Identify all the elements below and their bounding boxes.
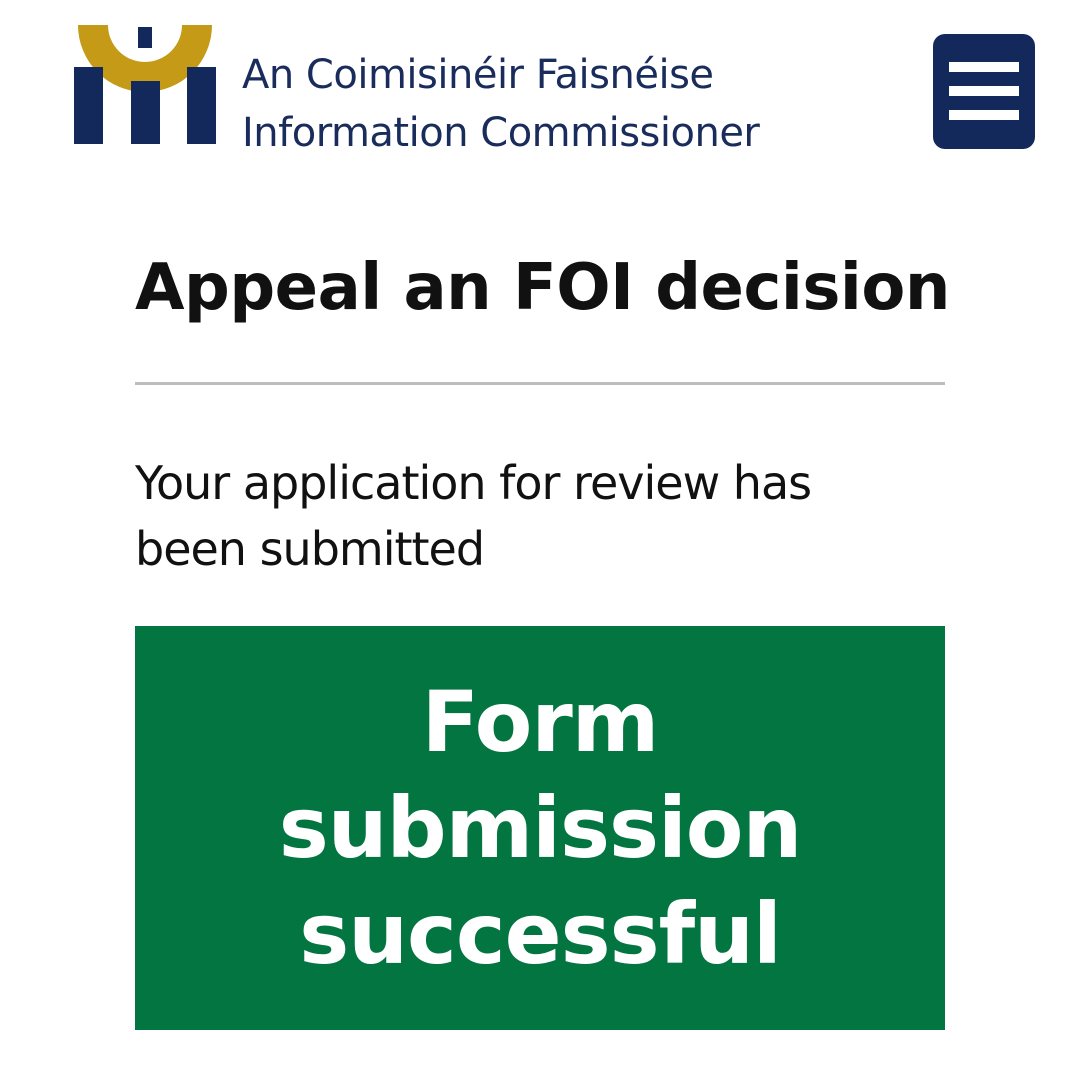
page-title: Appeal an FOI decision [135, 251, 950, 325]
success-message: Form submission successful [278, 673, 803, 983]
submission-message: Your application for review has been sub… [135, 456, 812, 576]
main-content: Appeal an FOI decision Your application … [135, 240, 950, 1030]
hamburger-menu-icon-bottom [949, 110, 1019, 120]
logo-line-english: Information Commissioner [242, 110, 760, 156]
title-divider [135, 382, 945, 385]
page: An Coimisinéir Faisnéise Information Com… [0, 0, 1080, 1075]
hamburger-menu-icon [949, 62, 1019, 72]
information-commissioner-logo-icon[interactable] [74, 25, 216, 145]
menu-button[interactable] [933, 34, 1035, 149]
hamburger-menu-icon-middle [949, 86, 1019, 96]
site-logo-text[interactable]: An Coimisinéir Faisnéise Information Com… [242, 46, 760, 162]
logo-line-irish: An Coimisinéir Faisnéise [242, 52, 714, 98]
success-panel: Form submission successful [135, 626, 945, 1030]
site-header: An Coimisinéir Faisnéise Information Com… [0, 0, 1080, 190]
